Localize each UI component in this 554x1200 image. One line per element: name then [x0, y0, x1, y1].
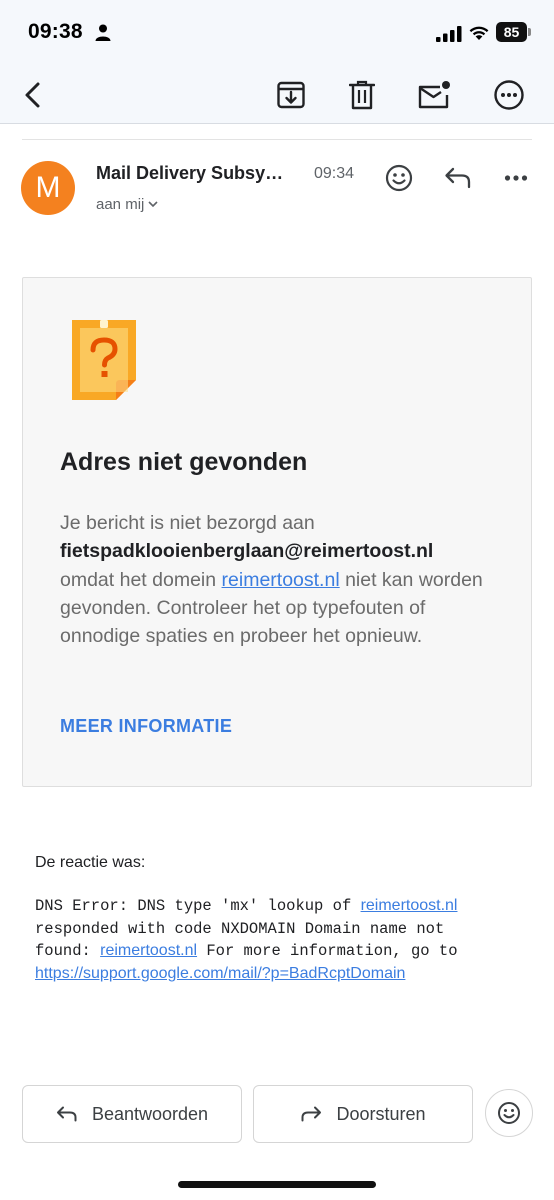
- dns-error-text: DNS Error: DNS type 'mx' lookup of reime…: [35, 895, 515, 985]
- delete-icon[interactable]: [342, 75, 382, 115]
- divider: [22, 139, 532, 140]
- back-icon[interactable]: [14, 75, 54, 115]
- bounce-title: Adres niet gevonden: [60, 448, 308, 476]
- reply-button[interactable]: Beantwoorden: [22, 1085, 242, 1143]
- emoji-reaction-icon[interactable]: [379, 158, 419, 198]
- home-indicator[interactable]: [178, 1181, 376, 1188]
- reply-icon: [56, 1106, 77, 1122]
- recipient-address: fietspadklooienberglaan@reimertoost.nl: [60, 540, 434, 563]
- wifi-icon: [469, 26, 489, 40]
- domain-link-2[interactable]: reimertoost.nl: [361, 897, 458, 914]
- domain-link[interactable]: reimertoost.nl: [222, 569, 340, 591]
- forward-icon: [301, 1106, 322, 1122]
- dns-line3: found:: [35, 942, 101, 960]
- status-time: 09:38: [28, 20, 83, 43]
- sender-name[interactable]: Mail Delivery Subsy…: [96, 163, 301, 184]
- recipient-details[interactable]: aan mij: [96, 196, 158, 213]
- archive-icon[interactable]: [271, 75, 311, 115]
- mark-unread-icon[interactable]: [414, 75, 454, 115]
- person-icon: [95, 24, 111, 41]
- reaction-label: De reactie was:: [35, 854, 146, 871]
- message-time: 09:34: [314, 165, 355, 182]
- support-link[interactable]: https://support.google.com/mail/?p=BadRc…: [35, 965, 405, 982]
- reply-icon[interactable]: [438, 158, 478, 198]
- unknown-document-icon: [72, 320, 136, 400]
- recipient-label: aan mij: [96, 196, 145, 213]
- battery-level: 85: [496, 22, 527, 42]
- avatar[interactable]: M: [21, 161, 75, 215]
- bounce-text-mid1: omdat het domein: [60, 568, 217, 591]
- chevron-down-icon: [148, 201, 158, 208]
- more-icon[interactable]: [489, 75, 529, 115]
- domain-link-3[interactable]: reimertoost.nl: [100, 942, 197, 959]
- signal-icon: [436, 26, 462, 42]
- bounce-text-prefix: Je bericht is niet bezorgd aan: [60, 512, 315, 534]
- reply-button-label: Beantwoorden: [91, 1103, 209, 1124]
- bounce-text-mid2: niet kan: [345, 568, 414, 591]
- dns-line3-suffix: For more information, go to: [197, 942, 458, 960]
- emoji-button[interactable]: [485, 1089, 533, 1137]
- status-bar: 09:38 85: [0, 0, 554, 66]
- more-info-link[interactable]: MEER INFORMATIE: [60, 716, 232, 737]
- forward-button[interactable]: Doorsturen: [253, 1085, 473, 1143]
- bounce-message: Je bericht is niet bezorgd aan fietspadkl…: [60, 509, 500, 650]
- dns-line1: DNS Error: DNS type 'mx' lookup of: [35, 897, 361, 915]
- bounce-notice-card: Adres niet gevonden Je bericht is niet b…: [22, 277, 532, 787]
- message-toolbar: [0, 66, 554, 124]
- battery-icon: 85: [496, 22, 532, 42]
- forward-button-label: Doorsturen: [336, 1103, 426, 1124]
- dns-line2: responded with code NXDOMAIN Domain name…: [35, 919, 445, 938]
- emoji-icon: [498, 1102, 520, 1124]
- more-options-icon[interactable]: [496, 158, 536, 198]
